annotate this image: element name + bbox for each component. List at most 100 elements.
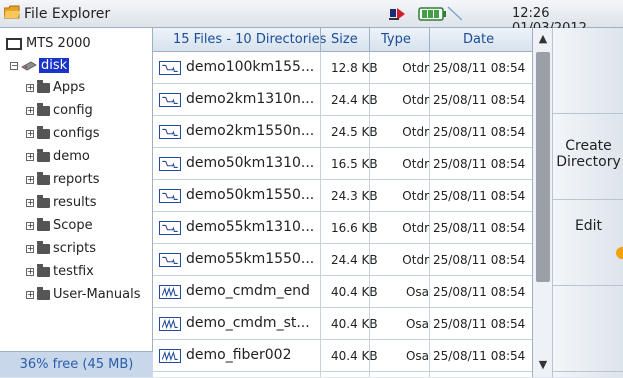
tree-item-disk[interactable]: − disk <box>10 58 70 73</box>
file-size: 16.5 KB <box>331 157 378 171</box>
file-date: 25/08/11 08:54 <box>433 61 526 75</box>
app-title: File Explorer <box>24 6 111 22</box>
collapse-icon[interactable]: − <box>10 61 18 70</box>
file-name: demo55km1550... <box>186 251 315 267</box>
tree-item-configs[interactable]: + configs <box>26 125 100 141</box>
tree-item-demo[interactable]: + demo <box>26 148 90 164</box>
tree-root-mts2000[interactable]: MTS 2000 <box>6 36 91 51</box>
file-list-header: 15 Files - 10 Directories Size Type Date <box>153 28 532 52</box>
scroll-up-icon[interactable]: ▲ <box>535 32 551 48</box>
create-directory-label-1: Create <box>565 138 612 154</box>
file-list[interactable]: 15 Files - 10 Directories Size Type Date… <box>153 28 532 377</box>
disk-icon <box>21 61 37 70</box>
scroll-down-icon[interactable]: ▼ <box>535 358 551 374</box>
free-space-status: 36% free (45 MB) <box>0 351 153 377</box>
header-summary[interactable]: 15 Files - 10 Directories <box>173 32 326 47</box>
file-date: 25/08/11 08:54 <box>433 157 526 171</box>
submenu-indicator-icon <box>616 247 623 259</box>
scroll-thumb[interactable] <box>536 52 550 282</box>
expand-icon[interactable]: + <box>26 290 34 299</box>
edit-button[interactable]: Edit <box>553 200 623 286</box>
folder-icon <box>37 286 50 300</box>
file-row[interactable]: demo100km155... 12.8 KB Otdr 25/08/11 08:54 <box>153 52 532 84</box>
file-name: demo2km1310n... <box>186 91 315 107</box>
header-type[interactable]: Type <box>381 32 411 47</box>
title-bar: File Explorer 12:26 01/03/2012 <box>0 0 623 36</box>
folder-icon <box>37 217 50 231</box>
otdr-trace-icon <box>159 253 181 267</box>
file-type: Otdr <box>402 253 429 267</box>
tree-root-label: MTS 2000 <box>26 36 91 51</box>
expand-icon[interactable]: + <box>26 175 34 184</box>
file-type: Otdr <box>402 221 429 235</box>
file-type: Otdr <box>402 125 429 139</box>
otdr-trace-icon <box>159 93 181 107</box>
softkey-empty-1[interactable] <box>553 28 623 114</box>
file-row[interactable]: demo50km1310... 16.5 KB Otdr 25/08/11 08:54 <box>153 148 532 180</box>
remote-connection-icon <box>389 8 405 20</box>
header-date[interactable]: Date <box>463 32 494 47</box>
expand-icon[interactable]: + <box>26 221 34 230</box>
header-size[interactable]: Size <box>331 32 358 47</box>
file-date: 25/08/11 08:54 <box>433 93 526 107</box>
file-type: Otdr <box>402 61 429 75</box>
tree-item-label: configs <box>53 126 100 141</box>
file-type: Osa <box>405 349 429 363</box>
tree-item-apps[interactable]: + Apps <box>26 79 85 95</box>
expand-icon[interactable]: + <box>26 129 34 138</box>
create-directory-label-2: Directory <box>556 154 621 170</box>
tree-item-reports[interactable]: + reports <box>26 171 99 187</box>
file-type: Otdr <box>402 189 429 203</box>
folder-icon <box>37 240 50 254</box>
expand-icon[interactable]: + <box>26 152 34 161</box>
file-name: demo50km1310... <box>186 155 315 171</box>
osa-spectrum-icon <box>159 317 181 331</box>
folder-icon <box>37 125 50 139</box>
file-row[interactable]: demo2km1550n... 24.5 KB Otdr 25/08/11 08:54 <box>153 116 532 148</box>
directory-tree[interactable]: MTS 2000 − disk + Apps + config + config… <box>0 28 153 377</box>
file-row[interactable]: demo_cmdm_st... 40.4 KB Osa 25/08/11 08:54 <box>153 308 532 340</box>
tree-item-config[interactable]: + config <box>26 102 93 118</box>
expand-icon[interactable]: + <box>26 244 34 253</box>
file-date: 25/08/11 08:54 <box>433 221 526 235</box>
create-directory-button[interactable]: Create Directory <box>553 114 623 200</box>
file-row[interactable]: demo_cmdm_end 40.4 KB Osa 25/08/11 08:54 <box>153 276 532 308</box>
file-name: demo_cmdm_end <box>186 283 310 299</box>
softkey-panel: Create Directory Edit <box>552 28 623 377</box>
file-row[interactable]: demo_fiber002 40.4 KB Osa 25/08/11 08:54 <box>153 340 532 372</box>
file-date: 25/08/11 08:54 <box>433 349 526 363</box>
expand-icon[interactable]: + <box>26 198 34 207</box>
file-date: 25/08/11 08:54 <box>433 285 526 299</box>
tree-item-user-manuals[interactable]: + User-Manuals <box>26 286 141 302</box>
file-row[interactable]: demo2km1310n... 24.4 KB Otdr 25/08/11 08:54 <box>153 84 532 116</box>
expand-icon[interactable]: + <box>26 106 34 115</box>
folder-app-icon <box>4 5 20 19</box>
otdr-trace-icon <box>159 61 181 75</box>
file-date: 25/08/11 08:54 <box>433 317 526 331</box>
file-size: 24.4 KB <box>331 253 378 267</box>
tree-item-testfix[interactable]: + testfix <box>26 263 94 279</box>
otdr-trace-icon <box>159 157 181 171</box>
file-date: 25/08/11 08:54 <box>433 253 526 267</box>
file-size: 24.3 KB <box>331 189 378 203</box>
expand-icon[interactable]: + <box>26 83 34 92</box>
tree-item-label: Scope <box>53 218 93 233</box>
otdr-trace-icon <box>159 189 181 203</box>
file-size: 40.4 KB <box>331 285 378 299</box>
expand-icon[interactable]: + <box>26 267 34 276</box>
file-list-scrollbar[interactable]: ▲ ▼ <box>532 28 552 377</box>
file-size: 24.4 KB <box>331 93 378 107</box>
tree-item-label: demo <box>53 149 90 164</box>
tree-item-results[interactable]: + results <box>26 194 97 210</box>
file-row[interactable]: demo50km1550... 24.3 KB Otdr 25/08/11 08:54 <box>153 180 532 212</box>
tree-item-scripts[interactable]: + scripts <box>26 240 96 256</box>
computer-icon <box>6 37 22 50</box>
file-row[interactable]: demo55km1310... 16.6 KB Otdr 25/08/11 08:54 <box>153 212 532 244</box>
file-type: Osa <box>405 285 429 299</box>
battery-icon <box>418 6 462 21</box>
folder-icon <box>37 148 50 162</box>
softkey-empty-2[interactable] <box>553 286 623 372</box>
file-row[interactable]: demo55km1550... 24.4 KB Otdr 25/08/11 08:54 <box>153 244 532 276</box>
tree-item-scope[interactable]: + Scope <box>26 217 93 233</box>
edit-label: Edit <box>574 218 603 234</box>
